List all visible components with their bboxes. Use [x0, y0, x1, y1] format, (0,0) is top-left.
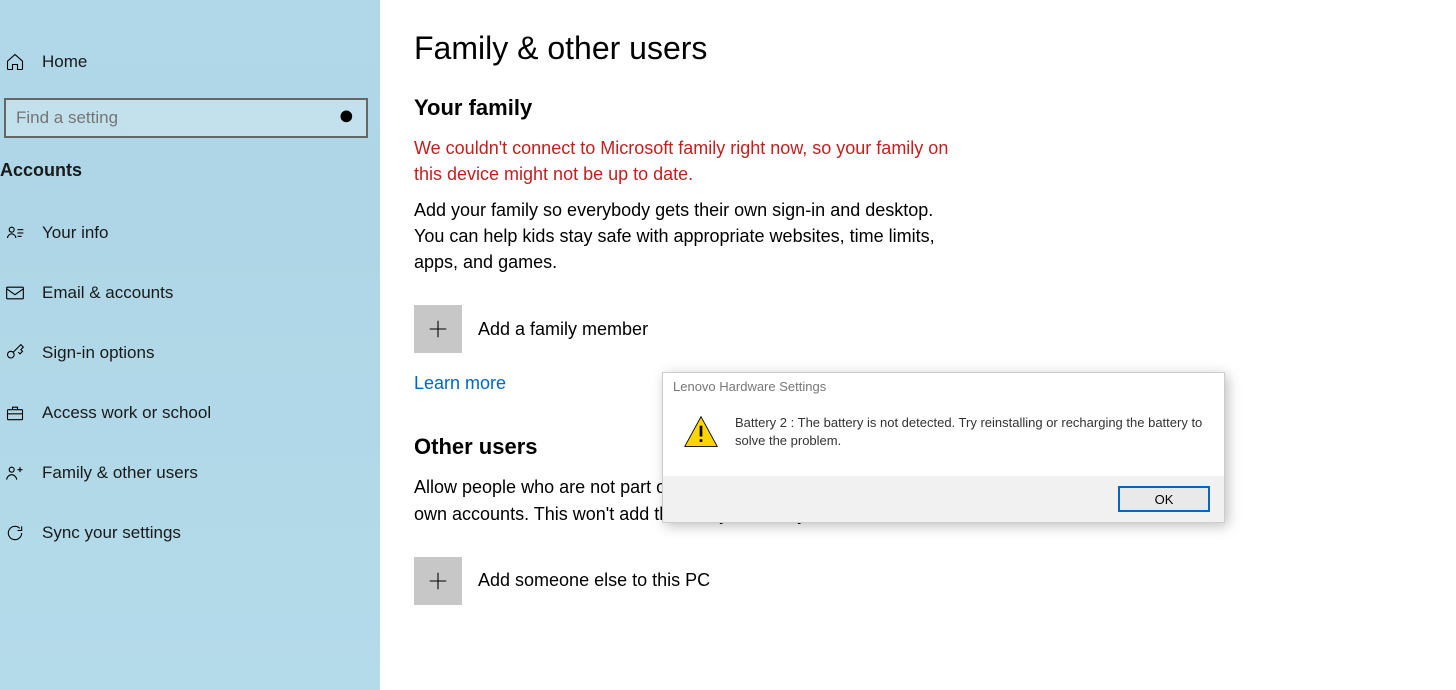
sidebar-item-signin-options[interactable]: Sign-in options	[0, 329, 380, 377]
main-content: Family & other users Your family We coul…	[380, 0, 1456, 690]
dialog-button-bar: OK	[663, 476, 1224, 522]
dialog-message: Battery 2 : The battery is not detected.…	[735, 414, 1204, 450]
sidebar-item-label: Family & other users	[42, 463, 198, 483]
family-desc-text: Add your family so everybody gets their …	[414, 197, 954, 275]
people-icon	[4, 462, 26, 484]
plus-icon	[414, 305, 462, 353]
learn-more-link[interactable]: Learn more	[414, 373, 506, 394]
mail-icon	[4, 282, 26, 304]
settings-sidebar: Home Accounts Your info Email & accounts…	[0, 0, 380, 690]
sidebar-item-your-info[interactable]: Your info	[0, 209, 380, 257]
briefcase-icon	[4, 402, 26, 424]
family-heading: Your family	[414, 95, 1416, 121]
sidebar-item-label: Sync your settings	[42, 523, 181, 543]
sidebar-item-family-users[interactable]: Family & other users	[0, 449, 380, 497]
sync-icon	[4, 522, 26, 544]
home-nav[interactable]: Home	[0, 38, 380, 86]
ok-button[interactable]: OK	[1118, 486, 1210, 512]
sidebar-item-label: Email & accounts	[42, 283, 173, 303]
plus-icon	[414, 557, 462, 605]
sidebar-item-label: Access work or school	[42, 403, 211, 423]
search-icon	[338, 108, 358, 128]
sidebar-item-label: Sign-in options	[42, 343, 154, 363]
sidebar-item-work-school[interactable]: Access work or school	[0, 389, 380, 437]
hardware-warning-dialog: Lenovo Hardware Settings Battery 2 : The…	[662, 372, 1225, 523]
search-input[interactable]	[16, 108, 338, 128]
home-label: Home	[42, 52, 87, 72]
sidebar-item-label: Your info	[42, 223, 108, 243]
sidebar-item-sync-settings[interactable]: Sync your settings	[0, 509, 380, 557]
add-other-label: Add someone else to this PC	[478, 570, 710, 591]
warning-icon	[683, 414, 719, 450]
key-icon	[4, 342, 26, 364]
person-card-icon	[4, 222, 26, 244]
add-other-user-button[interactable]: Add someone else to this PC	[414, 557, 1416, 605]
sidebar-item-email-accounts[interactable]: Email & accounts	[0, 269, 380, 317]
add-family-member-button[interactable]: Add a family member	[414, 305, 1416, 353]
page-title: Family & other users	[414, 30, 1416, 67]
dialog-title: Lenovo Hardware Settings	[663, 373, 1224, 400]
sidebar-section-title: Accounts	[0, 156, 380, 209]
add-family-label: Add a family member	[478, 319, 648, 340]
home-icon	[4, 51, 26, 73]
search-box[interactable]	[4, 98, 368, 138]
family-error-text: We couldn't connect to Microsoft family …	[414, 135, 954, 187]
